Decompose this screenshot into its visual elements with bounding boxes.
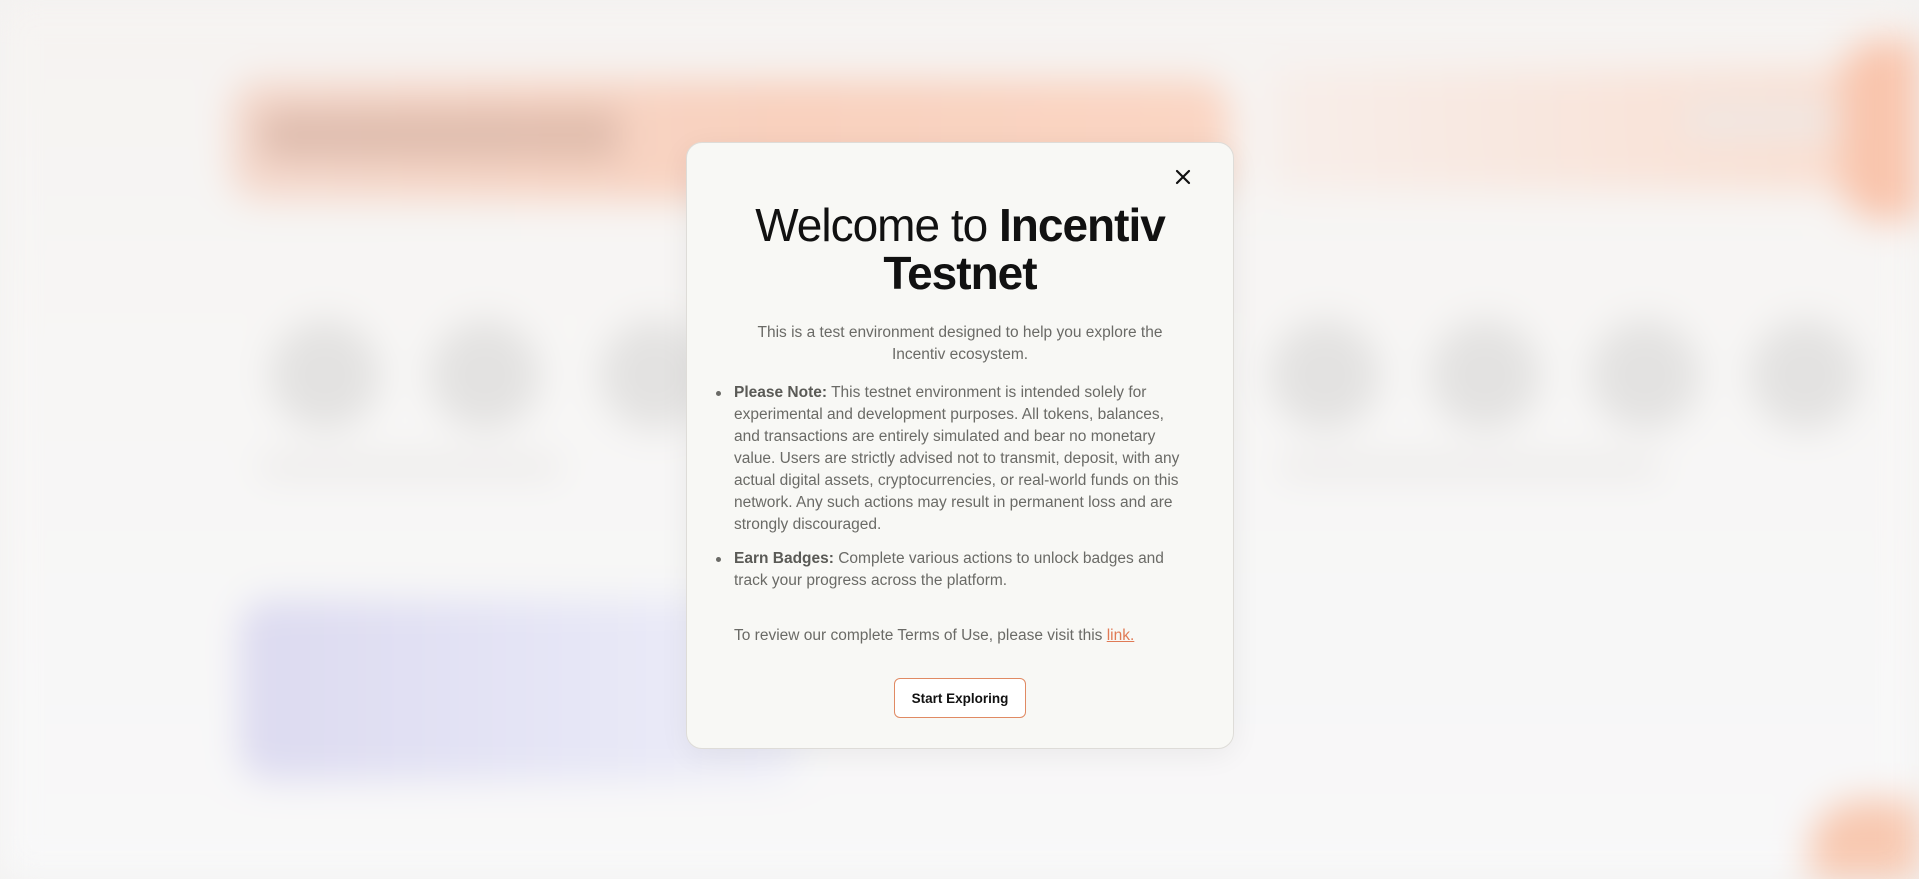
modal-intro: This is a test environment designed to h… — [757, 324, 1163, 363]
note-text: This testnet environment is intended sol… — [734, 384, 1180, 533]
background-text-line — [1280, 460, 1660, 474]
terms-link[interactable]: link. — [1107, 627, 1135, 644]
note-please-note: Please Note: This testnet environment is… — [716, 382, 1189, 536]
notes-list: Please Note: This testnet environment is… — [716, 382, 1189, 604]
close-button[interactable] — [1169, 163, 1197, 191]
background-text-line — [260, 460, 560, 474]
title-line2: Testnet — [883, 247, 1037, 299]
background-badge — [430, 320, 540, 430]
background-badge — [1430, 320, 1540, 430]
title-prefix: Welcome to — [755, 199, 999, 251]
note-label: Please Note: — [734, 384, 828, 401]
background-badge — [1750, 320, 1860, 430]
note-label: Earn Badges: — [734, 550, 834, 567]
background-badge — [1270, 320, 1380, 430]
background-corner-accent — [1840, 40, 1919, 220]
background-corner-accent-bottom — [1810, 800, 1919, 879]
terms-text: To review our complete Terms of Use, ple… — [734, 625, 1203, 647]
title-brand: Incentiv — [998, 199, 1166, 251]
start-exploring-button[interactable]: Start Exploring — [894, 678, 1026, 718]
close-icon — [1175, 169, 1191, 185]
welcome-modal: Welcome to Incentiv Testnet This is a te… — [686, 142, 1234, 749]
background-badge — [270, 320, 380, 430]
terms-prefix: To review our complete Terms of Use, ple… — [734, 627, 1107, 644]
background-header-pill — [1680, 100, 1860, 140]
background-badge — [1590, 320, 1700, 430]
modal-title: Welcome to Incentiv Testnet — [687, 201, 1233, 297]
background-hero-title — [260, 110, 620, 160]
note-earn-badges: Earn Badges: Complete various actions to… — [716, 548, 1189, 592]
